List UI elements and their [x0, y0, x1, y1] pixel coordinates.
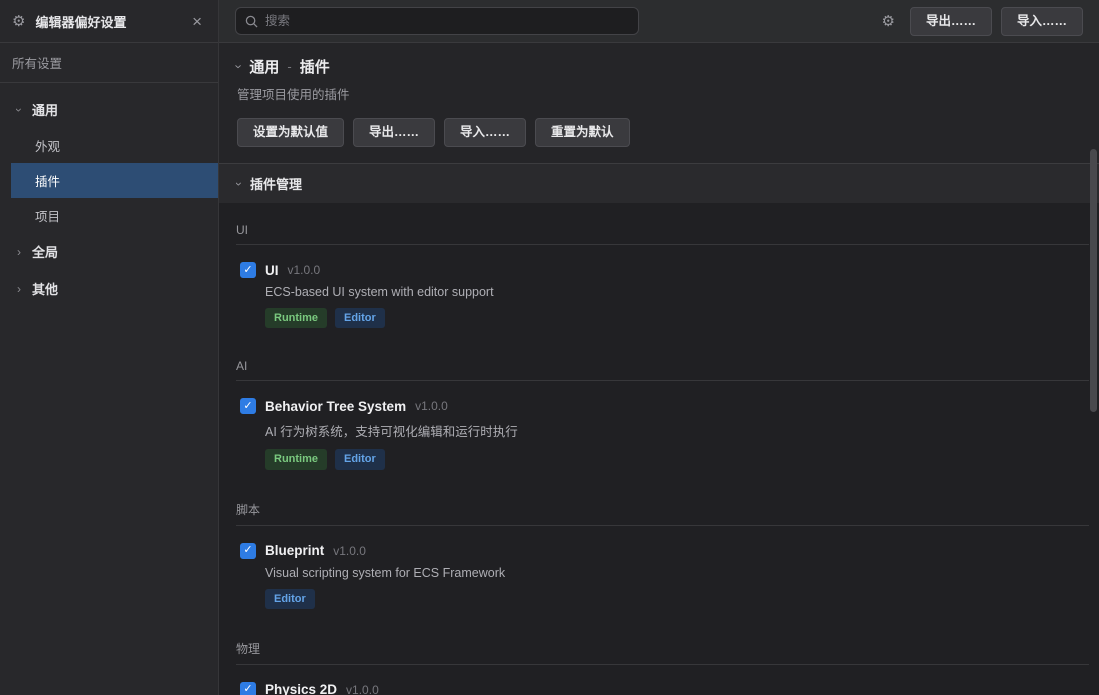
check-icon: ✓ [243, 545, 252, 556]
category-physics: 物理 ✓ Physics 2D v1.0.0 Deterministic 2D … [236, 640, 1089, 695]
tree-group-other[interactable]: › 其他 [0, 270, 218, 307]
sidebar-item-project[interactable]: 项目 [0, 198, 218, 233]
category-label: UI [236, 223, 1089, 245]
preferences-window: ⚙ 编辑器偏好设置 × 所有设置 › 通用 外观 插件 项目 › 全局 › 其他 [0, 0, 1099, 695]
plugin-version: v1.0.0 [346, 683, 379, 695]
plugin-row: ✓ Physics 2D v1.0.0 Deterministic 2D phy… [236, 682, 1089, 695]
plugin-description: AI 行为树系统，支持可视化编辑和运行时执行 [265, 421, 1089, 440]
import-button[interactable]: 导入…… [1001, 7, 1083, 36]
sidebar: ⚙ 编辑器偏好设置 × 所有设置 › 通用 外观 插件 项目 › 全局 › 其他 [0, 0, 219, 695]
editor-badge: Editor [265, 589, 315, 609]
plugin-badges: Runtime Editor [265, 449, 1089, 469]
breadcrumb-separator: - [287, 59, 291, 74]
plugin-description: ECS-based UI system with editor support [265, 285, 1089, 299]
plugin-name: Behavior Tree System [265, 399, 406, 414]
topbar: ⚙ 导出…… 导入…… [219, 0, 1099, 43]
category-ai: AI ✓ Behavior Tree System v1.0.0 AI 行为树系… [236, 359, 1089, 469]
export-settings-button[interactable]: 导出…… [353, 118, 435, 147]
chevron-down-icon: › [12, 103, 26, 117]
category-label: AI [236, 359, 1089, 381]
plugin-row: ✓ Blueprint v1.0.0 Visual scripting syst… [236, 543, 1089, 609]
search-input[interactable] [265, 14, 629, 28]
sidebar-item-all-settings[interactable]: 所有设置 [0, 43, 218, 83]
plugin-version: v1.0.0 [415, 399, 448, 413]
plugin-name: UI [265, 263, 279, 278]
plugin-enabled-checkbox[interactable]: ✓ [240, 682, 256, 695]
breadcrumb: › 通用 - 插件 [237, 56, 1081, 77]
close-icon[interactable]: × [188, 11, 206, 32]
plugin-header: ✓ Blueprint v1.0.0 [236, 543, 1089, 559]
settings-tree: › 通用 外观 插件 项目 › 全局 › 其他 [0, 83, 218, 307]
page-subtitle: 管理项目使用的插件 [237, 84, 1081, 103]
reset-to-default-button[interactable]: 重置为默认 [535, 118, 630, 147]
chevron-down-icon: › [237, 177, 241, 191]
category-label: 脚本 [236, 501, 1089, 526]
tree-group-label: 其他 [32, 279, 58, 298]
chevron-right-icon: › [12, 245, 26, 259]
gear-icon[interactable]: ⚙ [882, 14, 895, 29]
check-icon: ✓ [243, 401, 252, 412]
window-title: 编辑器偏好设置 [35, 12, 188, 31]
breadcrumb-current: 插件 [300, 56, 330, 77]
sidebar-item-plugins[interactable]: 插件 [11, 163, 218, 198]
export-button[interactable]: 导出…… [910, 7, 992, 36]
vertical-scrollbar[interactable] [1090, 149, 1097, 412]
plugin-row: ✓ UI v1.0.0 ECS-based UI system with edi… [236, 262, 1089, 328]
chevron-down-icon[interactable]: › [237, 59, 241, 74]
breadcrumb-parent[interactable]: 通用 [249, 56, 279, 77]
plugin-header: ✓ UI v1.0.0 [236, 262, 1089, 278]
tree-group-global[interactable]: › 全局 [0, 233, 218, 270]
header-buttons: 设置为默认值 导出…… 导入…… 重置为默认 [237, 118, 1081, 147]
plugin-enabled-checkbox[interactable]: ✓ [240, 398, 256, 414]
plugin-badges: Editor [265, 589, 1089, 609]
section-plugin-management[interactable]: › 插件管理 [219, 163, 1099, 203]
category-script: 脚本 ✓ Blueprint v1.0.0 Visual scripting s… [236, 501, 1089, 609]
category-ui: UI ✓ UI v1.0.0 ECS-based UI system with … [236, 223, 1089, 328]
content-header: › 通用 - 插件 管理项目使用的插件 设置为默认值 导出…… 导入…… 重置为… [219, 43, 1099, 163]
plugin-enabled-checkbox[interactable]: ✓ [240, 262, 256, 278]
sidebar-header: ⚙ 编辑器偏好设置 × [0, 0, 218, 43]
editor-badge: Editor [335, 449, 385, 469]
set-as-default-button[interactable]: 设置为默认值 [237, 118, 344, 147]
tree-group-label: 通用 [32, 100, 58, 119]
plugin-header: ✓ Physics 2D v1.0.0 [236, 682, 1089, 695]
settings-gear-icon: ⚙ [12, 14, 25, 29]
plugin-version: v1.0.0 [333, 544, 366, 558]
section-title: 插件管理 [250, 174, 302, 193]
category-label: 物理 [236, 640, 1089, 665]
plugin-list: UI ✓ UI v1.0.0 ECS-based UI system with … [219, 203, 1099, 695]
tree-group-label: 全局 [32, 242, 58, 261]
check-icon: ✓ [243, 684, 252, 695]
search-box[interactable] [235, 7, 639, 35]
sidebar-item-appearance[interactable]: 外观 [0, 128, 218, 163]
search-icon [245, 15, 258, 28]
tree-group-general[interactable]: › 通用 [0, 91, 218, 128]
plugin-badges: Runtime Editor [265, 308, 1089, 328]
editor-badge: Editor [335, 308, 385, 328]
plugin-header: ✓ Behavior Tree System v1.0.0 [236, 398, 1089, 414]
main-panel: ⚙ 导出…… 导入…… › 通用 - 插件 管理项目使用的插件 设置为默认值 导… [219, 0, 1099, 695]
runtime-badge: Runtime [265, 308, 327, 328]
runtime-badge: Runtime [265, 449, 327, 469]
plugin-name: Physics 2D [265, 682, 337, 695]
plugin-enabled-checkbox[interactable]: ✓ [240, 543, 256, 559]
check-icon: ✓ [243, 265, 252, 276]
import-settings-button[interactable]: 导入…… [444, 118, 526, 147]
chevron-right-icon: › [12, 282, 26, 296]
plugin-row: ✓ Behavior Tree System v1.0.0 AI 行为树系统，支… [236, 398, 1089, 469]
plugin-name: Blueprint [265, 543, 324, 558]
plugin-description: Visual scripting system for ECS Framewor… [265, 566, 1089, 580]
plugin-version: v1.0.0 [288, 263, 321, 277]
